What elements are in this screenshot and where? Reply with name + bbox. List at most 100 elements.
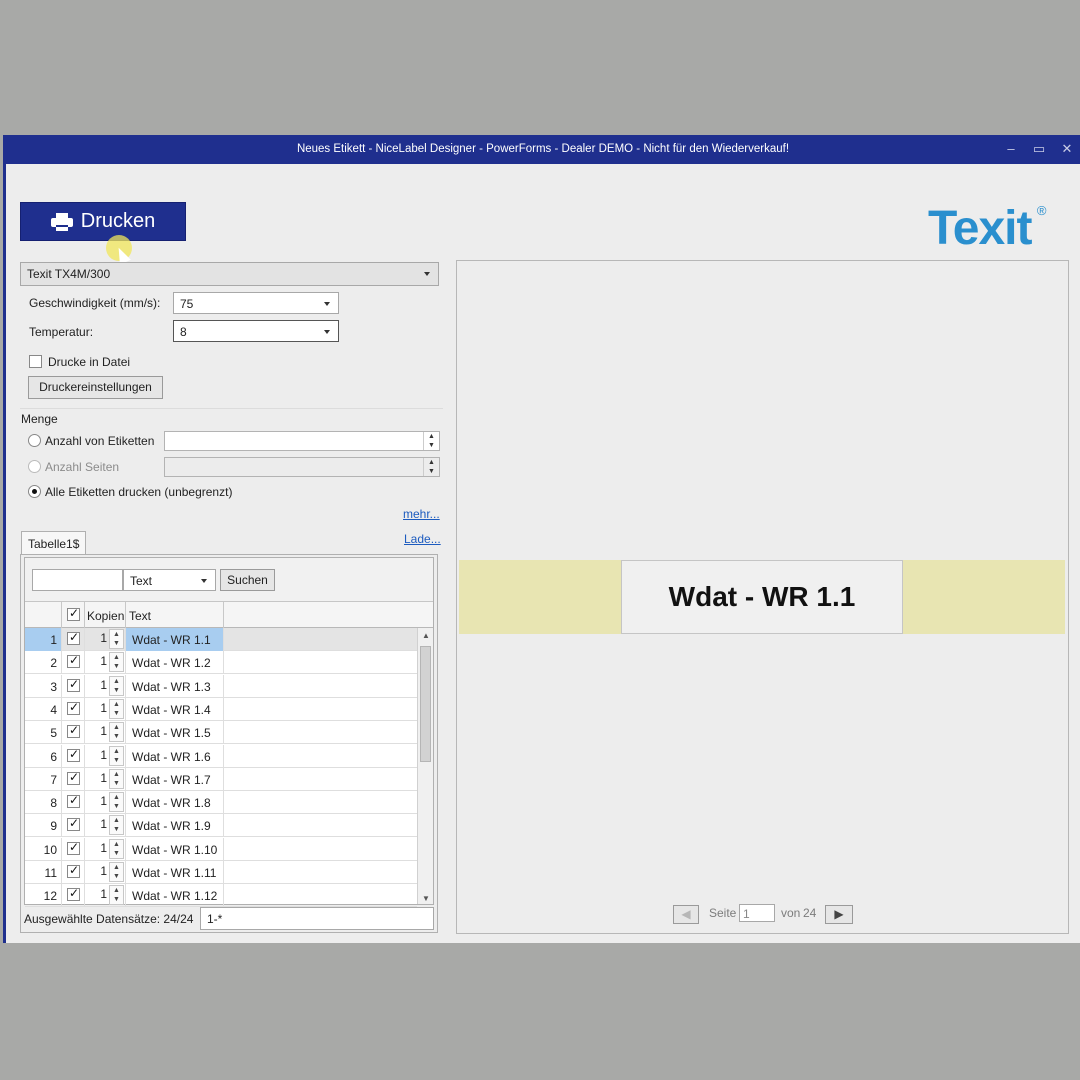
stepper-arrows-icon[interactable]: ▲ ▼ <box>109 675 124 696</box>
table-row[interactable]: 12 1▲▼Wdat - WR 1.12 <box>25 884 417 908</box>
prev-page-button[interactable]: ◀ <box>673 905 699 924</box>
copies-stepper[interactable]: 1 ▲ ▼ <box>85 744 126 768</box>
table-row[interactable]: 5 1▲▼Wdat - WR 1.5 <box>25 721 417 745</box>
printer-select[interactable]: Texit TX4M/300 <box>20 262 439 286</box>
copies-stepper[interactable]: 1 ▲ ▼ <box>85 674 126 698</box>
more-link[interactable]: mehr... <box>403 507 440 521</box>
minimize-button[interactable]: – <box>1000 140 1022 160</box>
load-link[interactable]: Lade... <box>404 532 441 546</box>
stepper-arrows-icon[interactable]: ▲ ▼ <box>109 792 124 813</box>
copies-value[interactable]: 1 <box>85 724 107 738</box>
table-row[interactable]: 10 1▲▼Wdat - WR 1.10 <box>25 837 417 861</box>
row-checkbox[interactable] <box>67 793 80 809</box>
scroll-down-icon[interactable]: ▼ <box>422 894 430 903</box>
row-checkbox[interactable] <box>67 677 80 692</box>
copies-value[interactable]: 1 <box>85 631 107 645</box>
row-checkbox[interactable] <box>67 653 80 669</box>
stepper-arrows-icon[interactable]: ▲ ▼ <box>109 722 124 743</box>
table-row[interactable]: 11▲▼Wdat - WR 1.1 <box>25 628 417 651</box>
print-to-file-checkbox[interactable] <box>29 355 42 368</box>
copies-value[interactable]: 1 <box>85 794 107 808</box>
search-button[interactable]: Suchen <box>220 569 275 591</box>
copies-value[interactable]: 1 <box>85 887 107 901</box>
table-row[interactable]: 9 1▲▼Wdat - WR 1.9 <box>25 814 417 838</box>
printer-settings-button[interactable]: Druckereinstellungen <box>28 376 163 399</box>
radio-page-count[interactable] <box>28 460 41 473</box>
header-copies[interactable]: Kopien <box>85 602 126 628</box>
copies-value[interactable]: 1 <box>85 864 107 878</box>
stepper-arrows-icon[interactable]: ▲ ▼ <box>109 745 124 766</box>
stepper-arrows-icon[interactable]: ▲ ▼ <box>109 768 124 789</box>
copies-value[interactable]: 1 <box>85 748 107 762</box>
row-checkbox-cell[interactable] <box>62 721 85 745</box>
copies-value[interactable]: 1 <box>85 841 107 855</box>
row-checkbox[interactable] <box>67 770 80 785</box>
maximize-button[interactable]: ▭ <box>1028 140 1050 160</box>
stepper-arrows-icon[interactable]: ▲ ▼ <box>109 629 124 649</box>
page-input[interactable]: 1 <box>739 904 775 922</box>
table-row[interactable]: 3 1▲▼Wdat - WR 1.3 <box>25 674 417 698</box>
row-checkbox[interactable] <box>67 700 80 715</box>
row-checkbox-cell[interactable] <box>62 697 85 721</box>
row-checkbox[interactable] <box>67 816 80 832</box>
copies-stepper[interactable]: 1 ▲ ▼ <box>85 651 126 675</box>
copies-stepper[interactable]: 1 ▲ ▼ <box>85 861 126 884</box>
page-count-stepper[interactable]: ▲ ▼ <box>164 457 440 477</box>
table-row[interactable]: 2 1▲▼Wdat - WR 1.2 <box>25 651 417 675</box>
row-checkbox-cell[interactable] <box>62 628 85 651</box>
label-count-stepper[interactable]: ▲ ▼ <box>164 431 440 451</box>
row-checkbox-cell[interactable] <box>62 674 85 698</box>
search-field-select[interactable]: Text <box>123 569 216 591</box>
stepper-arrows-icon[interactable]: ▲ ▼ <box>109 885 124 906</box>
table-row[interactable]: 6 1▲▼Wdat - WR 1.6 <box>25 744 417 768</box>
copies-value[interactable]: 1 <box>85 678 107 692</box>
temperature-select[interactable]: 8 <box>173 320 339 342</box>
row-checkbox-cell[interactable] <box>62 884 85 908</box>
header-check-all[interactable] <box>62 602 85 628</box>
table-row[interactable]: 8 1▲▼Wdat - WR 1.8 <box>25 791 417 815</box>
copies-value[interactable]: 1 <box>85 701 107 715</box>
row-checkbox[interactable] <box>67 747 80 762</box>
copies-stepper[interactable]: 1 ▲ ▼ <box>85 697 126 721</box>
check-all-checkbox[interactable] <box>67 606 80 621</box>
selected-range-input[interactable]: 1-* <box>200 907 434 930</box>
row-checkbox[interactable] <box>67 840 80 855</box>
row-checkbox-cell[interactable] <box>62 651 85 675</box>
row-checkbox-cell[interactable] <box>62 837 85 861</box>
copies-stepper[interactable]: 1 ▲ ▼ <box>85 814 126 838</box>
scrollbar-thumb[interactable] <box>420 646 431 762</box>
table-row[interactable]: 7 1▲▼Wdat - WR 1.7 <box>25 767 417 791</box>
table-row[interactable]: 4 1▲▼Wdat - WR 1.4 <box>25 697 417 721</box>
table-row[interactable]: 111▲▼Wdat - WR 1.11 <box>25 861 417 884</box>
row-checkbox[interactable] <box>67 723 80 739</box>
copies-stepper[interactable]: 1 ▲ ▼ <box>85 628 126 651</box>
copies-stepper[interactable]: 1 ▲ ▼ <box>85 767 126 791</box>
radio-print-all[interactable] <box>28 485 41 498</box>
scroll-up-icon[interactable]: ▲ <box>422 631 430 640</box>
copies-value[interactable]: 1 <box>85 654 107 668</box>
row-checkbox-cell[interactable] <box>62 791 85 815</box>
row-checkbox[interactable] <box>67 630 80 645</box>
next-page-button[interactable]: ▶ <box>825 905 853 924</box>
speed-select[interactable]: 75 <box>173 292 339 314</box>
copies-value[interactable]: 1 <box>85 771 107 785</box>
row-checkbox-cell[interactable] <box>62 767 85 791</box>
tab-tabelle1[interactable]: Tabelle1$ <box>21 531 86 555</box>
copies-stepper[interactable]: 1 ▲ ▼ <box>85 884 126 908</box>
search-input[interactable] <box>32 569 123 591</box>
copies-value[interactable]: 1 <box>85 817 107 831</box>
stepper-arrows-icon[interactable]: ▲ ▼ <box>423 458 439 476</box>
copies-stepper[interactable]: 1 ▲ ▼ <box>85 791 126 815</box>
copies-stepper[interactable]: 1 ▲ ▼ <box>85 837 126 861</box>
row-checkbox-cell[interactable] <box>62 744 85 768</box>
close-button[interactable]: ✕ <box>1056 140 1078 160</box>
stepper-arrows-icon[interactable]: ▲ ▼ <box>109 652 124 673</box>
stepper-arrows-icon[interactable]: ▲ ▼ <box>109 815 124 836</box>
row-checkbox-cell[interactable] <box>62 861 85 884</box>
stepper-arrows-icon[interactable]: ▲ ▼ <box>109 838 124 859</box>
row-checkbox[interactable] <box>67 886 80 902</box>
radio-label-count[interactable] <box>28 434 41 447</box>
print-button[interactable]: Drucken <box>20 202 186 241</box>
copies-stepper[interactable]: 1 ▲ ▼ <box>85 721 126 745</box>
stepper-arrows-icon[interactable]: ▲ ▼ <box>109 862 124 882</box>
